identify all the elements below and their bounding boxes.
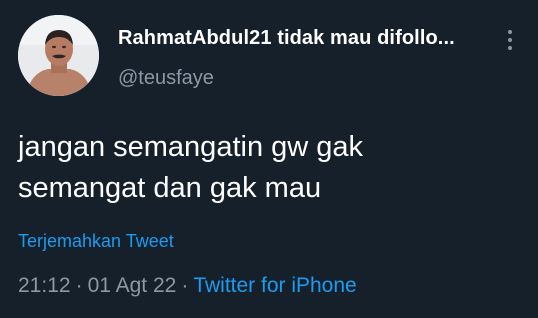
translate-tweet-link[interactable]: Terjemahkan Tweet [18,231,174,252]
dot [508,46,512,50]
tweet-card: RahmatAbdul21 tidak mau difollo... @teus… [0,0,538,318]
dot [508,38,512,42]
tweet-text: jangan semangatin gw gak semangat dan ga… [18,131,364,204]
tweet-source-link[interactable]: Twitter for iPhone [193,274,356,297]
tweet-date[interactable]: 01 Agt 22 [88,274,177,297]
username-handle[interactable]: @teusfaye [118,67,214,90]
tweet-metadata: 21:12 · 01 Agt 22 · Twitter for iPhone [18,274,357,298]
avatar-photo [18,15,99,96]
dot [508,30,512,34]
more-vertical-icon[interactable] [500,26,520,54]
separator: · [181,274,189,297]
separator: · [75,274,83,297]
tweet-time[interactable]: 21:12 [18,274,71,297]
display-name[interactable]: RahmatAbdul21 tidak mau difollo... [118,27,488,50]
avatar[interactable] [18,15,99,96]
